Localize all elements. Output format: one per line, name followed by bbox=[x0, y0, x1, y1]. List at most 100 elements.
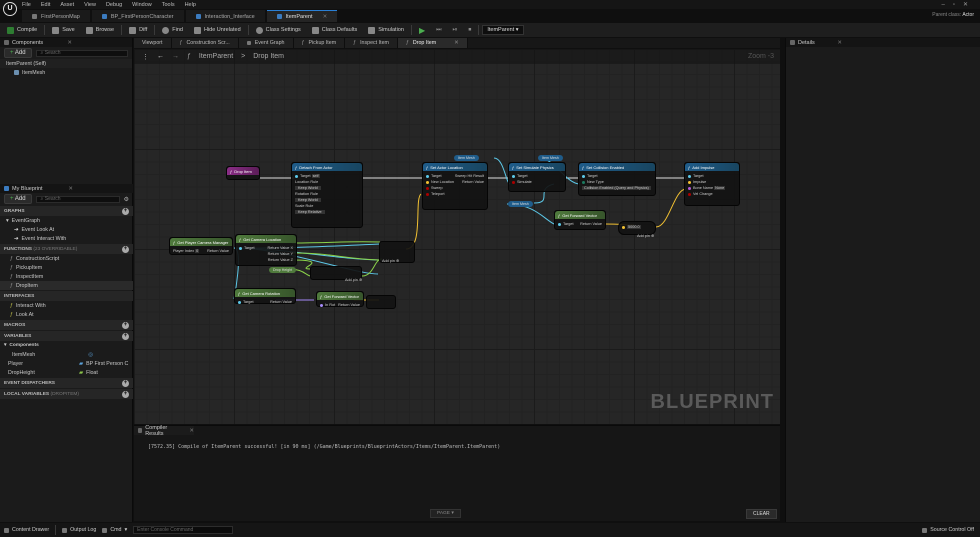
rotation-rule-select[interactable]: Keep World bbox=[295, 198, 321, 202]
tab-firstpersonmap[interactable]: FirstPersonMap bbox=[22, 10, 90, 22]
add-component-button[interactable]: + Add bbox=[4, 48, 32, 58]
get-forward-vector-node[interactable]: ƒ Get Forward Vector Target Return Value bbox=[554, 210, 606, 230]
functions-section[interactable]: FUNCTIONS (23 OVERRIDABLE) + bbox=[0, 244, 133, 254]
add-variable-button[interactable]: + bbox=[122, 332, 129, 340]
event-interact-with[interactable]: ➔ Event Interact With bbox=[0, 234, 133, 243]
interface-look-at[interactable]: ƒ Look At bbox=[0, 310, 133, 319]
cmd-select[interactable]: Cmd ▾ bbox=[102, 527, 127, 533]
tab-pickup-item[interactable]: ƒ Pickup Item bbox=[293, 38, 346, 48]
close-icon[interactable]: ✕ bbox=[837, 40, 842, 46]
scale-rule-select[interactable]: Keep Relative bbox=[295, 210, 325, 214]
drop-height-getter[interactable]: Drop Height bbox=[269, 267, 297, 273]
graph-canvas[interactable]: ⋮ ← → ƒ ItemParent > Drop Item Zoom -3 ƒ… bbox=[134, 49, 780, 424]
menu-help[interactable]: Help bbox=[185, 2, 196, 8]
tab-drop-item[interactable]: ƒ Drop Item ✕ bbox=[397, 38, 468, 48]
variables-components-group[interactable]: ▾ Components bbox=[0, 341, 133, 350]
add-impulse-node[interactable]: ƒ Add Impulse Target Impulse Bone Name No… bbox=[684, 162, 740, 206]
event-look-at[interactable]: ➔ Event Look At bbox=[0, 225, 133, 234]
add-blueprint-item-button[interactable]: + Add bbox=[4, 194, 32, 204]
graphs-section[interactable]: GRAPHS + bbox=[0, 206, 133, 216]
component-root[interactable]: ItemParent (Self) bbox=[0, 59, 132, 68]
diff-button[interactable]: Diff bbox=[125, 25, 151, 36]
close-icon[interactable]: ✕ bbox=[189, 428, 194, 434]
add-macro-button[interactable]: + bbox=[122, 321, 129, 329]
tab-inspect-item[interactable]: ƒ Inspect Item bbox=[345, 38, 398, 48]
tab-interaction-interface[interactable]: Interaction_Interface bbox=[185, 10, 265, 22]
function-item[interactable]: ƒ ConstructionScript bbox=[0, 254, 133, 263]
add-dispatcher-button[interactable]: + bbox=[122, 379, 129, 387]
menu-asset[interactable]: Asset bbox=[60, 2, 74, 8]
set-simulate-physics-node[interactable]: ƒ Set Simulate Physics Target Simulate bbox=[508, 162, 566, 192]
add-pin-button[interactable]: Add pin ⊕ bbox=[345, 277, 362, 282]
multiply-vector-node[interactable] bbox=[366, 295, 396, 309]
components-search-input[interactable]: ⌕ Search bbox=[35, 49, 128, 57]
tab-viewport[interactable]: Viewport bbox=[134, 38, 172, 48]
gear-icon[interactable]: ⚙ bbox=[124, 196, 129, 203]
hide-unrelated-button[interactable]: Hide Unrelated bbox=[190, 25, 245, 36]
class-defaults-button[interactable]: Class Defaults bbox=[308, 25, 361, 36]
function-item[interactable]: ƒ PickupItem bbox=[0, 263, 133, 272]
get-camera-location-node[interactable]: ƒ Get Camera Location Target Return Value… bbox=[235, 234, 297, 266]
simulation-button[interactable]: Simulation bbox=[364, 25, 408, 36]
collision-type-select[interactable]: Collision Enabled (Query and Physics) bbox=[582, 186, 651, 190]
variable-item[interactable]: Player ▰ BP First Person C bbox=[0, 359, 133, 368]
content-drawer-button[interactable]: Content Drawer bbox=[4, 527, 49, 533]
blueprint-search-input[interactable]: ⌕ Search bbox=[35, 195, 120, 203]
menu-window[interactable]: Window bbox=[132, 2, 152, 8]
tab-bp-firstpersoncharacter[interactable]: BP_FirstPersonCharacter bbox=[91, 10, 184, 22]
save-button[interactable]: Save bbox=[48, 25, 79, 36]
location-rule-select[interactable]: Keep World bbox=[295, 186, 321, 190]
add-pin-button[interactable]: Add pin ⊕ bbox=[637, 233, 654, 238]
clear-button[interactable]: CLEAR bbox=[746, 509, 777, 519]
detach-from-actor-node[interactable]: ƒ Detach From Actor Target self Location … bbox=[291, 162, 363, 228]
macros-section[interactable]: MACROS + bbox=[0, 320, 133, 330]
local-variables-section[interactable]: LOCAL VARIABLES (DROPITEM) + bbox=[0, 389, 133, 399]
debug-object-select[interactable]: ItemParent ▾ bbox=[482, 25, 524, 35]
frame-button[interactable]: ⏯ bbox=[449, 25, 462, 36]
browse-button[interactable]: Browse bbox=[82, 25, 118, 36]
add-pin-button[interactable]: Add pin ⊕ bbox=[382, 258, 399, 263]
console-command-input[interactable]: Enter Console Command bbox=[133, 526, 234, 534]
menu-debug[interactable]: Debug bbox=[106, 2, 122, 8]
menu-view[interactable]: View bbox=[84, 2, 96, 8]
add-local-variable-button[interactable]: + bbox=[122, 390, 129, 398]
item-mesh-getter[interactable]: Item Mesh bbox=[538, 155, 563, 161]
set-collision-enabled-node[interactable]: ƒ Set Collision Enabled Target New Type C… bbox=[578, 162, 656, 196]
find-button[interactable]: Find bbox=[158, 25, 187, 36]
get-player-camera-manager-node[interactable]: ƒ Get Player Camera Manager Player Index … bbox=[169, 237, 233, 255]
page-select[interactable]: PAGE ▾ bbox=[430, 509, 461, 518]
event-graph-item[interactable]: ▾ EventGraph bbox=[0, 216, 133, 225]
event-dispatchers-section[interactable]: EVENT DISPATCHERS + bbox=[0, 378, 133, 388]
component-itemmesh[interactable]: ItemMesh bbox=[0, 68, 132, 77]
get-camera-rotation-node[interactable]: ƒ Get Camera Rotation Target Return Value bbox=[234, 288, 296, 304]
close-icon[interactable]: ✕ bbox=[67, 40, 72, 46]
menu-file[interactable]: File bbox=[22, 2, 31, 8]
window-controls[interactable]: –▫✕ bbox=[942, 1, 977, 8]
menu-tools[interactable]: Tools bbox=[162, 2, 175, 8]
add-graph-button[interactable]: + bbox=[122, 207, 129, 215]
close-icon[interactable]: ✕ bbox=[454, 40, 458, 46]
compiler-results-tab[interactable]: Compiler Results ✕ bbox=[134, 425, 194, 437]
menu-edit[interactable]: Edit bbox=[41, 2, 50, 8]
interfaces-section[interactable]: INTERFACES bbox=[0, 291, 133, 301]
set-actor-location-node[interactable]: ƒ Set Actor Location Target New Location … bbox=[422, 162, 488, 210]
source-control-button[interactable]: Source Control Off bbox=[922, 527, 974, 533]
unreal-logo-icon[interactable]: U bbox=[3, 2, 17, 16]
drop-item-entry-node[interactable]: ƒ Drop Item bbox=[226, 166, 260, 180]
item-mesh-getter[interactable]: Item Mesh bbox=[454, 155, 479, 161]
variable-item[interactable]: ItemMesh ◎ bbox=[0, 350, 133, 359]
function-item[interactable]: ƒ InspectItem bbox=[0, 272, 133, 281]
variables-section[interactable]: VARIABLES + bbox=[0, 331, 133, 341]
class-settings-button[interactable]: Class Settings bbox=[252, 25, 305, 36]
add-function-button[interactable]: + bbox=[122, 245, 129, 253]
item-mesh-getter[interactable]: Item Mesh bbox=[508, 201, 533, 207]
stop-button[interactable]: ⏹ bbox=[464, 25, 475, 36]
compile-button[interactable]: Compile bbox=[3, 25, 41, 36]
get-forward-vector-rot-node[interactable]: ƒ Get Forward Vector In Rot Return Value bbox=[316, 291, 364, 307]
output-log-button[interactable]: Output Log bbox=[62, 527, 96, 533]
tab-event-graph[interactable]: Event Graph bbox=[238, 38, 294, 48]
tab-itemparent[interactable]: ItemParent ✕ bbox=[266, 10, 338, 22]
tab-construction-script[interactable]: ƒ Construction Scr... bbox=[171, 38, 239, 48]
interface-interact-with[interactable]: ƒ Interact With bbox=[0, 301, 133, 310]
close-icon[interactable]: ✕ bbox=[68, 186, 73, 192]
